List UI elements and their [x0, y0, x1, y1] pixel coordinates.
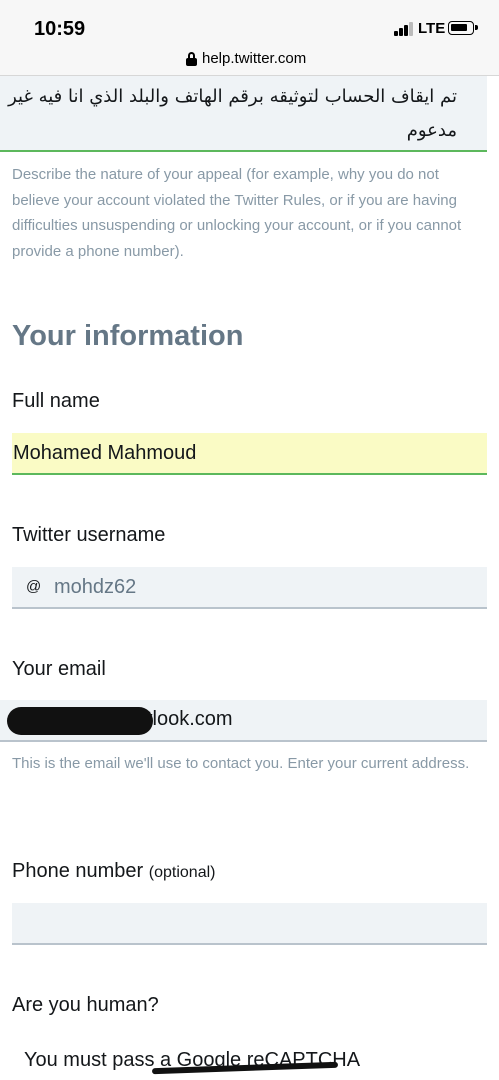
appeal-textarea[interactable]: تم ايقاف الحساب لتوثيقه برقم الهاتف والب… [0, 76, 487, 152]
twitter-username-input[interactable]: @ mohdz62 [12, 567, 487, 609]
full-name-input[interactable]: Mohamed Mahmoud [12, 433, 487, 475]
twitter-username-label: Twitter username [12, 524, 166, 546]
signal-strength-icon [394, 22, 414, 36]
phone-input[interactable] [12, 903, 487, 945]
status-time: 10:59 [34, 18, 86, 40]
email-value: tlook.com [147, 708, 233, 730]
email-input[interactable]: tlook.com [0, 700, 487, 742]
email-label: Your email [12, 658, 106, 680]
phone-label: Phone number (optional) [12, 860, 215, 883]
optional-tag: (optional) [148, 864, 216, 881]
battery-icon [448, 21, 478, 35]
full-name-value: Mohamed Mahmoud [13, 442, 197, 464]
lock-icon [186, 52, 197, 66]
appeal-help-text: Describe the nature of your appeal (for … [12, 166, 462, 260]
url-text: help.twitter.com [202, 50, 307, 67]
at-sign-prefix: @ [26, 578, 42, 595]
human-check-label: Are you human? [12, 994, 159, 1016]
browser-address-bar[interactable]: help.twitter.com [0, 44, 499, 76]
appeal-text-value: تم ايقاف الحساب لتوثيقه برقم الهاتف والب… [8, 86, 457, 141]
status-bar: 10:59 LTE [0, 0, 499, 44]
redaction-mark [7, 707, 153, 735]
phone-label-text: Phone number [12, 860, 144, 882]
twitter-username-value: mohdz62 [54, 576, 137, 598]
network-type: LTE [418, 20, 446, 37]
full-name-label: Full name [12, 390, 100, 412]
email-help-text: This is the email we'll use to contact y… [12, 755, 470, 772]
section-title: Your information [12, 320, 244, 352]
